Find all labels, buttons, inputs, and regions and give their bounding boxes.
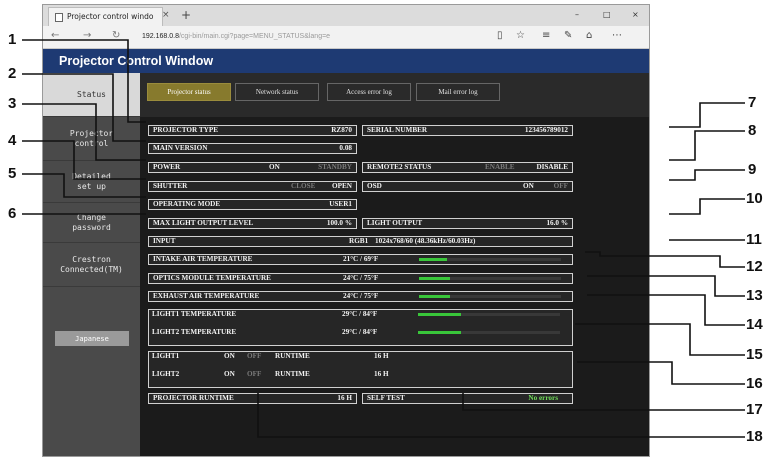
leader-line-17 bbox=[462, 393, 745, 411]
callout-12: 12 bbox=[746, 258, 763, 275]
callout-15: 15 bbox=[746, 346, 763, 363]
callout-13: 13 bbox=[746, 287, 763, 304]
callout-3: 3 bbox=[8, 95, 17, 112]
callout-11: 11 bbox=[746, 231, 762, 248]
leader-line-1 bbox=[22, 39, 146, 123]
callout-10: 10 bbox=[746, 190, 763, 207]
leader-line-10 bbox=[669, 198, 745, 215]
leader-line-12 bbox=[585, 251, 745, 268]
callout-1: 1 bbox=[8, 31, 17, 48]
callout-leader-lines bbox=[22, 39, 745, 438]
leader-line-8 bbox=[669, 130, 745, 161]
leader-line-7 bbox=[669, 102, 745, 128]
callout-17: 17 bbox=[746, 401, 763, 418]
leader-line-9 bbox=[669, 169, 745, 181]
leader-line-16 bbox=[577, 361, 745, 385]
leader-line-13 bbox=[587, 275, 745, 297]
leader-line-18 bbox=[257, 393, 745, 438]
callout-7: 7 bbox=[748, 94, 757, 111]
callout-2: 2 bbox=[8, 65, 17, 82]
figure: Projector control windo × + – □ × ← → ↻ … bbox=[0, 0, 771, 459]
callout-14: 14 bbox=[746, 316, 763, 333]
callout-6: 6 bbox=[8, 205, 17, 222]
callout-9: 9 bbox=[748, 161, 757, 178]
callout-18: 18 bbox=[746, 428, 763, 445]
leader-line-5 bbox=[22, 173, 146, 198]
leader-line-15 bbox=[575, 323, 745, 356]
callout-8: 8 bbox=[748, 122, 757, 139]
callout-5: 5 bbox=[8, 165, 17, 182]
leader-line-14 bbox=[587, 294, 745, 326]
callout-16: 16 bbox=[746, 375, 763, 392]
callout-4: 4 bbox=[8, 132, 17, 149]
